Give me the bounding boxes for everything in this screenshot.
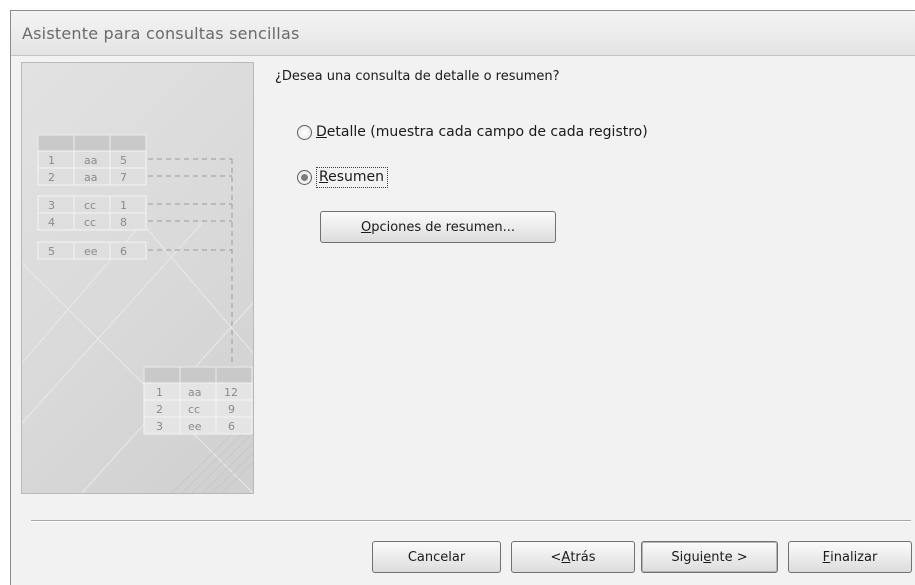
detail-cell: [109, 195, 147, 214]
detail-cell: [109, 167, 147, 186]
option-resumen-label: Resumen: [316, 167, 389, 188]
summary-cell-value: aa: [188, 386, 201, 399]
title-bar: Asistente para consultas sencillas: [11, 11, 915, 56]
detail-cell: [37, 241, 75, 260]
detail-cell-value: 7: [120, 171, 127, 184]
summary-cell-value: 1: [156, 386, 163, 399]
radio-resumen[interactable]: [297, 170, 312, 185]
summary-cell-value: 6: [228, 420, 235, 433]
detail-cell-value: 5: [48, 245, 55, 258]
radio-detalle[interactable]: [297, 124, 312, 140]
summary-cell-value: 3: [156, 420, 163, 433]
detail-cell-value: 4: [48, 216, 55, 229]
wizard-illustration: 1 aa 5 2 aa 7 3 cc 1 4 cc 8 5 ee 6 1 aa 12 2 cc 9 3 ee 6: [21, 62, 254, 494]
detail-cell-value: 6: [120, 245, 127, 258]
question-text: ¿Desea una consulta de detalle o resumen…: [275, 69, 560, 84]
detail-cell-value: cc: [84, 199, 96, 212]
finish-button[interactable]: Finalizar: [788, 541, 912, 573]
summary-cell-value: cc: [188, 403, 200, 416]
detail-cell: [109, 241, 147, 260]
illustration-graphic: 1 aa 5 2 aa 7 3 cc 1 4 cc 8 5 ee 6 1 aa 12 2 cc 9 3 ee 6: [22, 134, 253, 493]
footer-separator: [31, 520, 911, 522]
back-button[interactable]: < Atrás: [511, 541, 635, 573]
detail-cell-value: 1: [120, 199, 127, 212]
option-detalle-label: Detalle (muestra cada campo de cada regi…: [316, 124, 648, 140]
detail-cell: [37, 167, 75, 186]
detail-cell: [109, 150, 147, 169]
detail-cell: [37, 150, 75, 169]
detail-cell: [109, 212, 147, 231]
next-button[interactable]: Sigui e nte >: [641, 541, 778, 573]
option-detalle[interactable]: Detalle (muestra cada campo de cada regi…: [297, 124, 648, 140]
detail-cell-value: 8: [120, 216, 127, 229]
detail-cell: [37, 212, 75, 231]
detail-cell: [37, 195, 75, 214]
summary-cell-value: 9: [228, 403, 235, 416]
summary-cell-value: 12: [224, 386, 238, 399]
summary-cell-value: ee: [188, 420, 202, 433]
summary-cell-value: 2: [156, 403, 163, 416]
detail-cell-value: aa: [84, 171, 97, 184]
summary-options-button[interactable]: Opciones de resumen...: [320, 211, 556, 243]
detail-cell-value: cc: [84, 216, 96, 229]
detail-cell-value: 3: [48, 199, 55, 212]
detail-cell-value: ee: [84, 245, 98, 258]
detail-cell-value: 5: [120, 154, 127, 167]
detail-cell-value: 2: [48, 171, 55, 184]
detail-cell-value: aa: [84, 154, 97, 167]
cancel-button[interactable]: Cancelar: [372, 541, 501, 573]
window-title: Asistente para consultas sencillas: [22, 24, 300, 43]
option-resumen[interactable]: Resumen: [297, 167, 389, 188]
detail-cell-value: 1: [48, 154, 55, 167]
